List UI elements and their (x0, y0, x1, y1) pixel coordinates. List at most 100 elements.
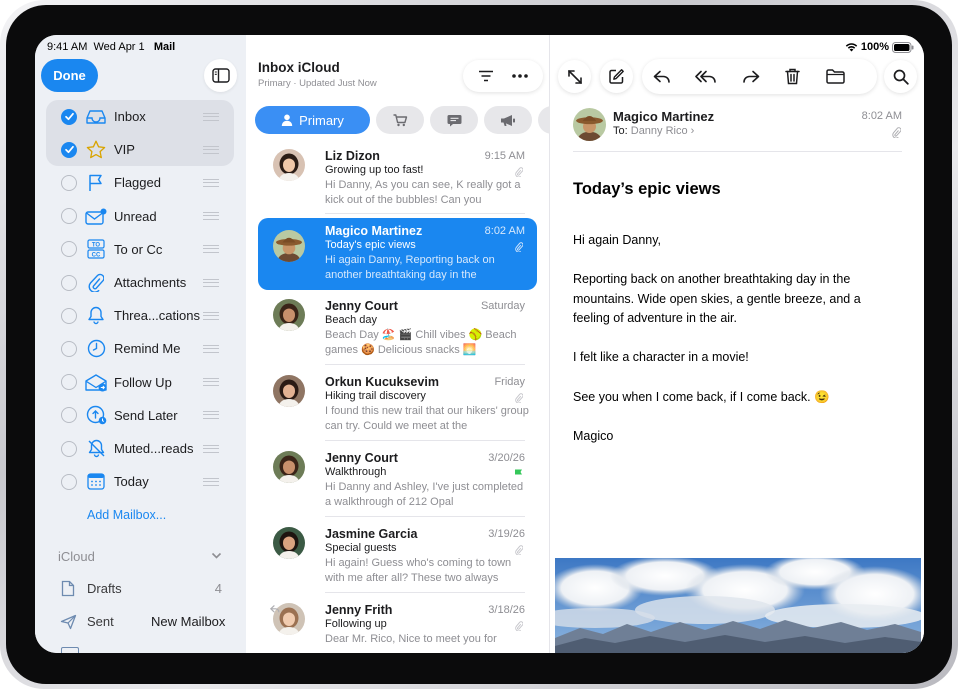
search-button[interactable] (884, 60, 917, 93)
mailbox-row-vip[interactable]: VIP (35, 133, 246, 166)
mailbox-row-threa-cations[interactable]: Threa...cations (35, 299, 246, 332)
message-row[interactable]: Orkun Kucuksevim Friday Hiking trail dis… (258, 369, 537, 441)
add-mailbox-link[interactable]: Add Mailbox... (87, 508, 166, 522)
new-mailbox-button[interactable]: New Mailbox (151, 614, 225, 629)
tab-primary[interactable]: Primary (255, 106, 370, 134)
row-divider (325, 592, 525, 593)
account-header[interactable]: iCloud (58, 549, 95, 564)
tab-promotions[interactable] (484, 106, 532, 134)
paperclip-icon (515, 242, 523, 252)
reorder-handle-icon[interactable] (203, 145, 219, 154)
mailbox-checkbox[interactable] (61, 340, 77, 357)
mailbox-label: Send Later (114, 407, 178, 423)
folder-label: Sent (87, 614, 114, 629)
reply-all-icon (694, 70, 716, 83)
message-sender: Orkun Kucuksevim (325, 375, 439, 389)
tab-transactions[interactable] (376, 106, 424, 134)
message-preview: Beach Day 🏖️ 🎬 Chill vibes 🥎 Beach games… (325, 329, 517, 356)
mailbox-label: Remind Me (114, 341, 181, 357)
message-subject: Walkthrough (325, 466, 387, 478)
message-sender: Jenny Frith (325, 603, 393, 617)
reorder-handle-icon[interactable] (203, 477, 219, 486)
compose-icon (609, 69, 624, 84)
trash-button[interactable] (776, 60, 809, 93)
reader-recipient[interactable]: To: Danny Rico › (613, 125, 694, 137)
sidebar-toggle-button[interactable] (204, 59, 237, 92)
status-bar-right: 100% (845, 41, 914, 53)
reader-sender-name[interactable]: Magico Martinez (613, 109, 714, 124)
done-button[interactable]: Done (41, 59, 98, 92)
status-app: Mail (153, 41, 176, 53)
mailbox-checkbox[interactable] (61, 108, 77, 125)
reply-button[interactable] (645, 60, 678, 93)
mailbox-row-flagged[interactable]: Flagged (35, 166, 246, 199)
reorder-handle-icon[interactable] (203, 178, 219, 187)
mailbox-checkbox[interactable] (61, 174, 77, 191)
reorder-handle-icon[interactable] (203, 344, 219, 353)
message-date: Friday (494, 376, 525, 388)
reorder-handle-icon[interactable] (203, 112, 219, 121)
message-subject: Today's epic views (325, 239, 416, 251)
mountain-photo-image (555, 558, 921, 653)
body-paragraph: Magico (573, 429, 614, 443)
account-name: iCloud (58, 549, 95, 564)
status-date: Wed Apr 1 (93, 41, 145, 53)
message-row[interactable]: Jasmine Garcia 3/19/26 Special guests Hi… (258, 521, 537, 593)
folder-count: 4 (214, 581, 222, 596)
mailbox-checkbox[interactable] (61, 208, 77, 225)
reorder-handle-icon[interactable] (203, 378, 219, 387)
paperclip-icon (515, 167, 523, 177)
message-row[interactable]: Jenny Court 3/20/26 Walkthrough Hi Danny… (258, 445, 537, 517)
archive-icon (61, 647, 79, 653)
megaphone-icon (501, 114, 515, 126)
battery-percent: 100% (860, 41, 889, 53)
mailbox-row-to-or-cc[interactable]: TO CC To or Cc (35, 233, 246, 266)
move-to-folder-button[interactable] (819, 60, 852, 93)
attached-photo[interactable] (555, 558, 921, 653)
message-preview: Hi Danny and Ashley, I've just completed… (325, 481, 524, 508)
mailbox-row-inbox[interactable]: Inbox (35, 100, 246, 133)
message-row[interactable]: Jenny Frith 3/18/26 Following up Dear Mr… (258, 597, 537, 653)
mailbox-checkbox[interactable] (61, 274, 77, 291)
reorder-handle-icon[interactable] (203, 311, 219, 320)
reorder-handle-icon[interactable] (203, 411, 219, 420)
mailbox-row-muted-reads[interactable]: Muted...reads (35, 432, 246, 465)
filter-button[interactable] (471, 62, 501, 90)
mailbox-row-remind-me[interactable]: Remind Me (35, 332, 246, 365)
mailbox-row-today[interactable]: Today (35, 465, 246, 498)
forward-button[interactable] (734, 60, 767, 93)
tab-updates[interactable] (430, 106, 478, 134)
reorder-handle-icon[interactable] (203, 444, 219, 453)
mailbox-checkbox[interactable] (61, 440, 77, 457)
mailbox-checkbox[interactable] (61, 473, 77, 490)
mailbox-checkbox[interactable] (61, 407, 77, 424)
message-row[interactable]: Jenny Court Saturday Beach day Beach Day… (258, 293, 537, 365)
fullscreen-button[interactable] (558, 60, 591, 93)
reply-all-button[interactable] (689, 60, 722, 93)
search-icon (893, 69, 909, 85)
message-date: 9:15 AM (484, 150, 525, 162)
reorder-handle-icon[interactable] (203, 212, 219, 221)
mailbox-row-send-later[interactable]: Send Later (35, 399, 246, 432)
sender-avatar (273, 527, 305, 559)
folder-drafts[interactable]: Drafts 4 (35, 572, 246, 605)
mailbox-row-follow-up[interactable]: Follow Up (35, 366, 246, 399)
mailbox-checkbox[interactable] (61, 374, 77, 391)
clock-arrow-icon (85, 404, 107, 426)
reorder-handle-icon[interactable] (203, 278, 219, 287)
paperclip-icon (515, 393, 523, 403)
reorder-handle-icon[interactable] (203, 245, 219, 254)
mailbox-checkbox[interactable] (61, 307, 77, 324)
message-preview: Hi again Danny, Reporting back on anothe… (325, 254, 495, 281)
mailbox-row-attachments[interactable]: Attachments (35, 266, 246, 299)
mailbox-checkbox[interactable] (61, 141, 77, 158)
reply-icon (653, 70, 670, 83)
chevron-down-icon[interactable] (211, 552, 222, 560)
message-row[interactable]: Magico Martinez 8:02 AM Today's epic vie… (258, 218, 537, 290)
message-row[interactable]: Liz Dizon 9:15 AM Growing up too fast! H… (258, 143, 537, 215)
more-button[interactable] (505, 62, 535, 90)
compose-button[interactable] (600, 60, 633, 93)
mailbox-checkbox[interactable] (61, 241, 77, 258)
mailbox-row-unread[interactable]: Unread (35, 200, 246, 233)
battery-icon (892, 41, 914, 53)
